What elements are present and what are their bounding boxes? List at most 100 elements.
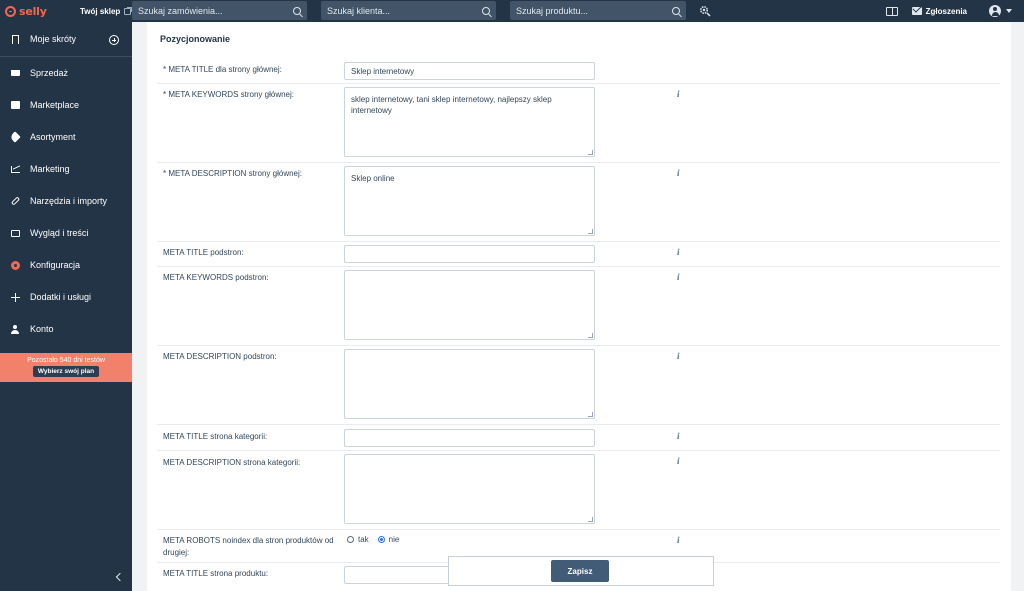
save-button[interactable]: Zapisz	[551, 560, 609, 582]
info-icon[interactable]: i	[677, 535, 680, 545]
meta-keywords-home-textarea[interactable]: sklep internetowy, tani sklep internetow…	[344, 87, 595, 157]
field-label: * META TITLE dla strony głównej:	[163, 65, 282, 74]
meta-title-subpages-input[interactable]	[344, 245, 595, 263]
search-clients[interactable]	[321, 1, 496, 20]
tickets-link[interactable]: Zgłoszenia	[926, 7, 967, 16]
settings-search-icon[interactable]	[699, 5, 711, 17]
field-label: META KEYWORDS podstron:	[163, 273, 269, 282]
sidebar-item-appearance[interactable]: Wygląd i treści	[0, 217, 132, 249]
field-row-meta-keywords-subpages: META KEYWORDS podstron: i	[157, 267, 1000, 346]
sidebar-item-marketing[interactable]: Marketing	[0, 153, 132, 185]
resize-grip-icon[interactable]	[588, 333, 593, 338]
sidebar-item-addons[interactable]: Dodatki i usługi	[0, 281, 132, 313]
radio-no-label[interactable]: nie	[389, 535, 400, 544]
logo[interactable]: selly	[5, 5, 67, 18]
section-title: Pozycjonowanie	[160, 34, 231, 44]
mail-icon[interactable]	[911, 7, 922, 15]
search-products-input[interactable]	[516, 5, 656, 16]
sidebar-item-label: Wygląd i treści	[30, 228, 89, 238]
field-row-meta-keywords-home: * META KEYWORDS strony głównej: sklep in…	[157, 84, 1000, 163]
field-row-meta-title-subpages: META TITLE podstron: i	[157, 242, 1000, 267]
meta-description-subpages-textarea[interactable]	[344, 349, 595, 419]
gear-icon	[10, 260, 20, 270]
resize-grip-icon[interactable]	[588, 517, 593, 522]
field-label: META TITLE strona produktu:	[163, 569, 269, 578]
search-clients-input[interactable]	[327, 5, 467, 16]
sidebar-item-tools[interactable]: Narzędzia i importy	[0, 185, 132, 217]
resize-grip-icon[interactable]	[588, 150, 593, 155]
search-icon[interactable]	[672, 6, 680, 15]
radio-yes-label[interactable]: tak	[358, 535, 369, 544]
monitor-icon	[10, 229, 20, 237]
collapse-sidebar-icon[interactable]	[115, 572, 125, 582]
resize-grip-icon[interactable]	[588, 412, 593, 417]
sidebar-item-label: Dodatki i usługi	[30, 292, 92, 302]
add-shortcut-icon[interactable]	[109, 35, 119, 45]
sidebar-item-label: Sprzedaż	[30, 68, 69, 78]
save-bar: Zapisz	[448, 556, 714, 586]
field-label: META ROBOTS noindex dla stron produktów …	[163, 536, 334, 557]
info-icon[interactable]: i	[677, 89, 680, 99]
person-icon	[11, 324, 20, 334]
sidebar-item-assortment[interactable]: Asortyment	[0, 121, 132, 153]
external-link-icon	[124, 6, 133, 15]
store-icon	[10, 101, 20, 109]
sidebar-item-configuration[interactable]: Konfiguracja	[0, 249, 132, 281]
info-icon[interactable]: i	[677, 247, 680, 257]
search-orders-input[interactable]	[138, 5, 278, 16]
tag-icon	[9, 131, 21, 143]
your-shop-link[interactable]: Twój sklep	[80, 6, 138, 16]
meta-title-home-input[interactable]	[344, 62, 595, 80]
meta-description-home-textarea[interactable]: Sklep online	[344, 166, 595, 236]
sidebar-item-marketplace[interactable]: Marketplace	[0, 89, 132, 121]
your-shop-label: Twój sklep	[80, 6, 121, 16]
info-icon[interactable]: i	[677, 431, 680, 441]
plus-icon	[10, 292, 20, 302]
cart-icon	[10, 70, 20, 76]
field-row-meta-description-home: * META DESCRIPTION strony głównej: Sklep…	[157, 163, 1000, 242]
radio-yes[interactable]	[347, 536, 354, 543]
user-avatar-icon[interactable]	[989, 5, 1001, 17]
info-icon[interactable]: i	[677, 272, 680, 282]
search-icon[interactable]	[482, 6, 490, 15]
field-row-meta-title-category: META TITLE strona kategorii: i	[157, 425, 1000, 451]
field-label: META TITLE podstron:	[163, 248, 244, 257]
info-icon[interactable]: i	[677, 351, 680, 361]
top-bar: selly Twój sklep Zgłoszenia	[0, 0, 1024, 22]
sidebar-item-label: Marketplace	[30, 100, 80, 110]
meta-robots-radio-group: tak nie	[347, 535, 408, 544]
field-row-meta-title-home: * META TITLE dla strony głównej:	[157, 58, 1000, 84]
logo-text: selly	[19, 4, 47, 18]
field-row-meta-description-subpages: META DESCRIPTION podstron: i	[157, 346, 1000, 425]
bookmark-icon	[11, 34, 19, 44]
link-icon	[10, 196, 20, 206]
logo-icon	[5, 5, 16, 17]
choose-plan-button[interactable]: Wybierz swój plan	[32, 366, 100, 377]
sidebar-item-label: Asortyment	[30, 132, 76, 142]
info-icon[interactable]: i	[677, 168, 680, 178]
sidebar-item-shortcuts[interactable]: Moje skróty	[0, 22, 132, 57]
field-row-meta-description-category: META DESCRIPTION strona kategorii: i	[157, 451, 1000, 530]
meta-title-category-input[interactable]	[344, 429, 595, 447]
meta-description-category-textarea[interactable]	[344, 454, 595, 524]
search-orders[interactable]	[132, 1, 307, 20]
book-icon[interactable]	[885, 6, 898, 16]
seo-settings-panel: Pozycjonowanie * META TITLE dla strony g…	[147, 22, 1011, 591]
sidebar-item-label: Moje skróty	[30, 34, 77, 44]
sidebar-item-label: Marketing	[30, 164, 70, 174]
chevron-down-icon[interactable]	[1006, 9, 1012, 13]
sidebar-item-label: Konto	[30, 324, 54, 334]
sidebar-item-account[interactable]: Konto	[0, 313, 132, 345]
sidebar-item-sales[interactable]: Sprzedaż	[0, 57, 132, 89]
resize-grip-icon[interactable]	[588, 229, 593, 234]
meta-keywords-subpages-textarea[interactable]	[344, 270, 595, 340]
info-icon[interactable]: i	[677, 456, 680, 466]
field-label: * META DESCRIPTION strony głównej:	[163, 169, 302, 178]
sidebar: Moje skróty Sprzedaż Marketplace Asortym…	[0, 22, 132, 591]
radio-no[interactable]	[377, 536, 385, 543]
field-label: * META KEYWORDS strony głównej:	[163, 90, 294, 99]
trial-text: Pozostało 540 dni testów	[27, 357, 105, 364]
search-products[interactable]	[510, 1, 686, 20]
field-label: META DESCRIPTION podstron:	[163, 352, 277, 361]
search-icon[interactable]	[293, 6, 301, 15]
